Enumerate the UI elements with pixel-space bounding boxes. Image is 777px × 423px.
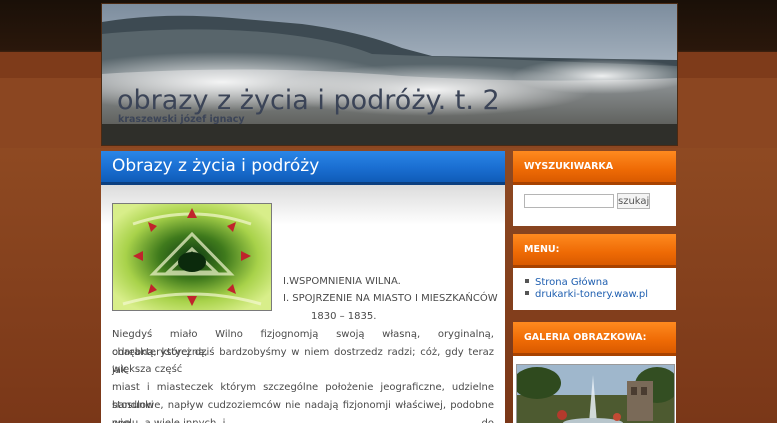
post-image <box>112 203 272 311</box>
post-content: Obrazy z życia i podróży I.WSPOMNIENIA W… <box>101 151 505 423</box>
site-title[interactable]: obrazy z życia i podróży. t. 2 <box>117 85 500 116</box>
menu-link-home[interactable]: Strona Główna <box>535 277 608 288</box>
menu-link-drukarki[interactable]: drukarki-tonery.waw.pl <box>535 289 648 300</box>
widget-title: WYSZUKIWARKA <box>524 161 614 172</box>
search-widget: WYSZUKIWARKA szukaj <box>513 151 676 226</box>
post-paragraph-line: większa część <box>112 364 183 375</box>
widget-title: MENU: <box>524 244 560 255</box>
widget-header: MENU: <box>513 234 676 268</box>
bullet-icon <box>525 279 529 283</box>
gallery-image[interactable] <box>516 364 675 423</box>
post-title[interactable]: Obrazy z życia i podróży <box>112 156 319 176</box>
menu-item: drukarki-tonery.waw.pl <box>525 289 648 301</box>
menu-widget: MENU: Strona Główna drukarki-tonery.waw.… <box>513 234 676 310</box>
search-button[interactable]: szukaj <box>617 193 650 209</box>
post-heading-line: 1830 – 1835. <box>311 311 377 322</box>
post-heading-line: I.WSPOMNIENIA WILNA. <box>283 276 401 287</box>
gallery-widget: GALERIA OBRAZKOWA: <box>513 322 676 423</box>
menu-list: Strona Główna drukarki-tonery.waw.pl <box>525 277 648 301</box>
post-title-bar: Obrazy z życia i podróży <box>101 151 505 185</box>
post-paragraph-line: wielu, a wiele innych, i <box>112 415 225 423</box>
post-heading-line: I. SPOJRZENIE NA MIASTO I MIESZKAŃCÓW <box>283 293 498 304</box>
site-subtitle: kraszewski józef ignacy <box>118 114 245 125</box>
search-input[interactable] <box>524 194 614 208</box>
widget-title: GALERIA OBRAZKOWA: <box>524 332 647 343</box>
widget-header: WYSZUKIWARKA <box>513 151 676 185</box>
site-header: obrazy z życia i podróży. t. 2 kraszewsk… <box>101 3 678 146</box>
bullet-icon <box>525 291 529 295</box>
widget-header: GALERIA OBRAZKOWA: <box>513 322 676 356</box>
park-fountain-image <box>517 365 674 423</box>
succulent-image <box>113 204 271 310</box>
menu-item: Strona Główna <box>525 277 648 289</box>
